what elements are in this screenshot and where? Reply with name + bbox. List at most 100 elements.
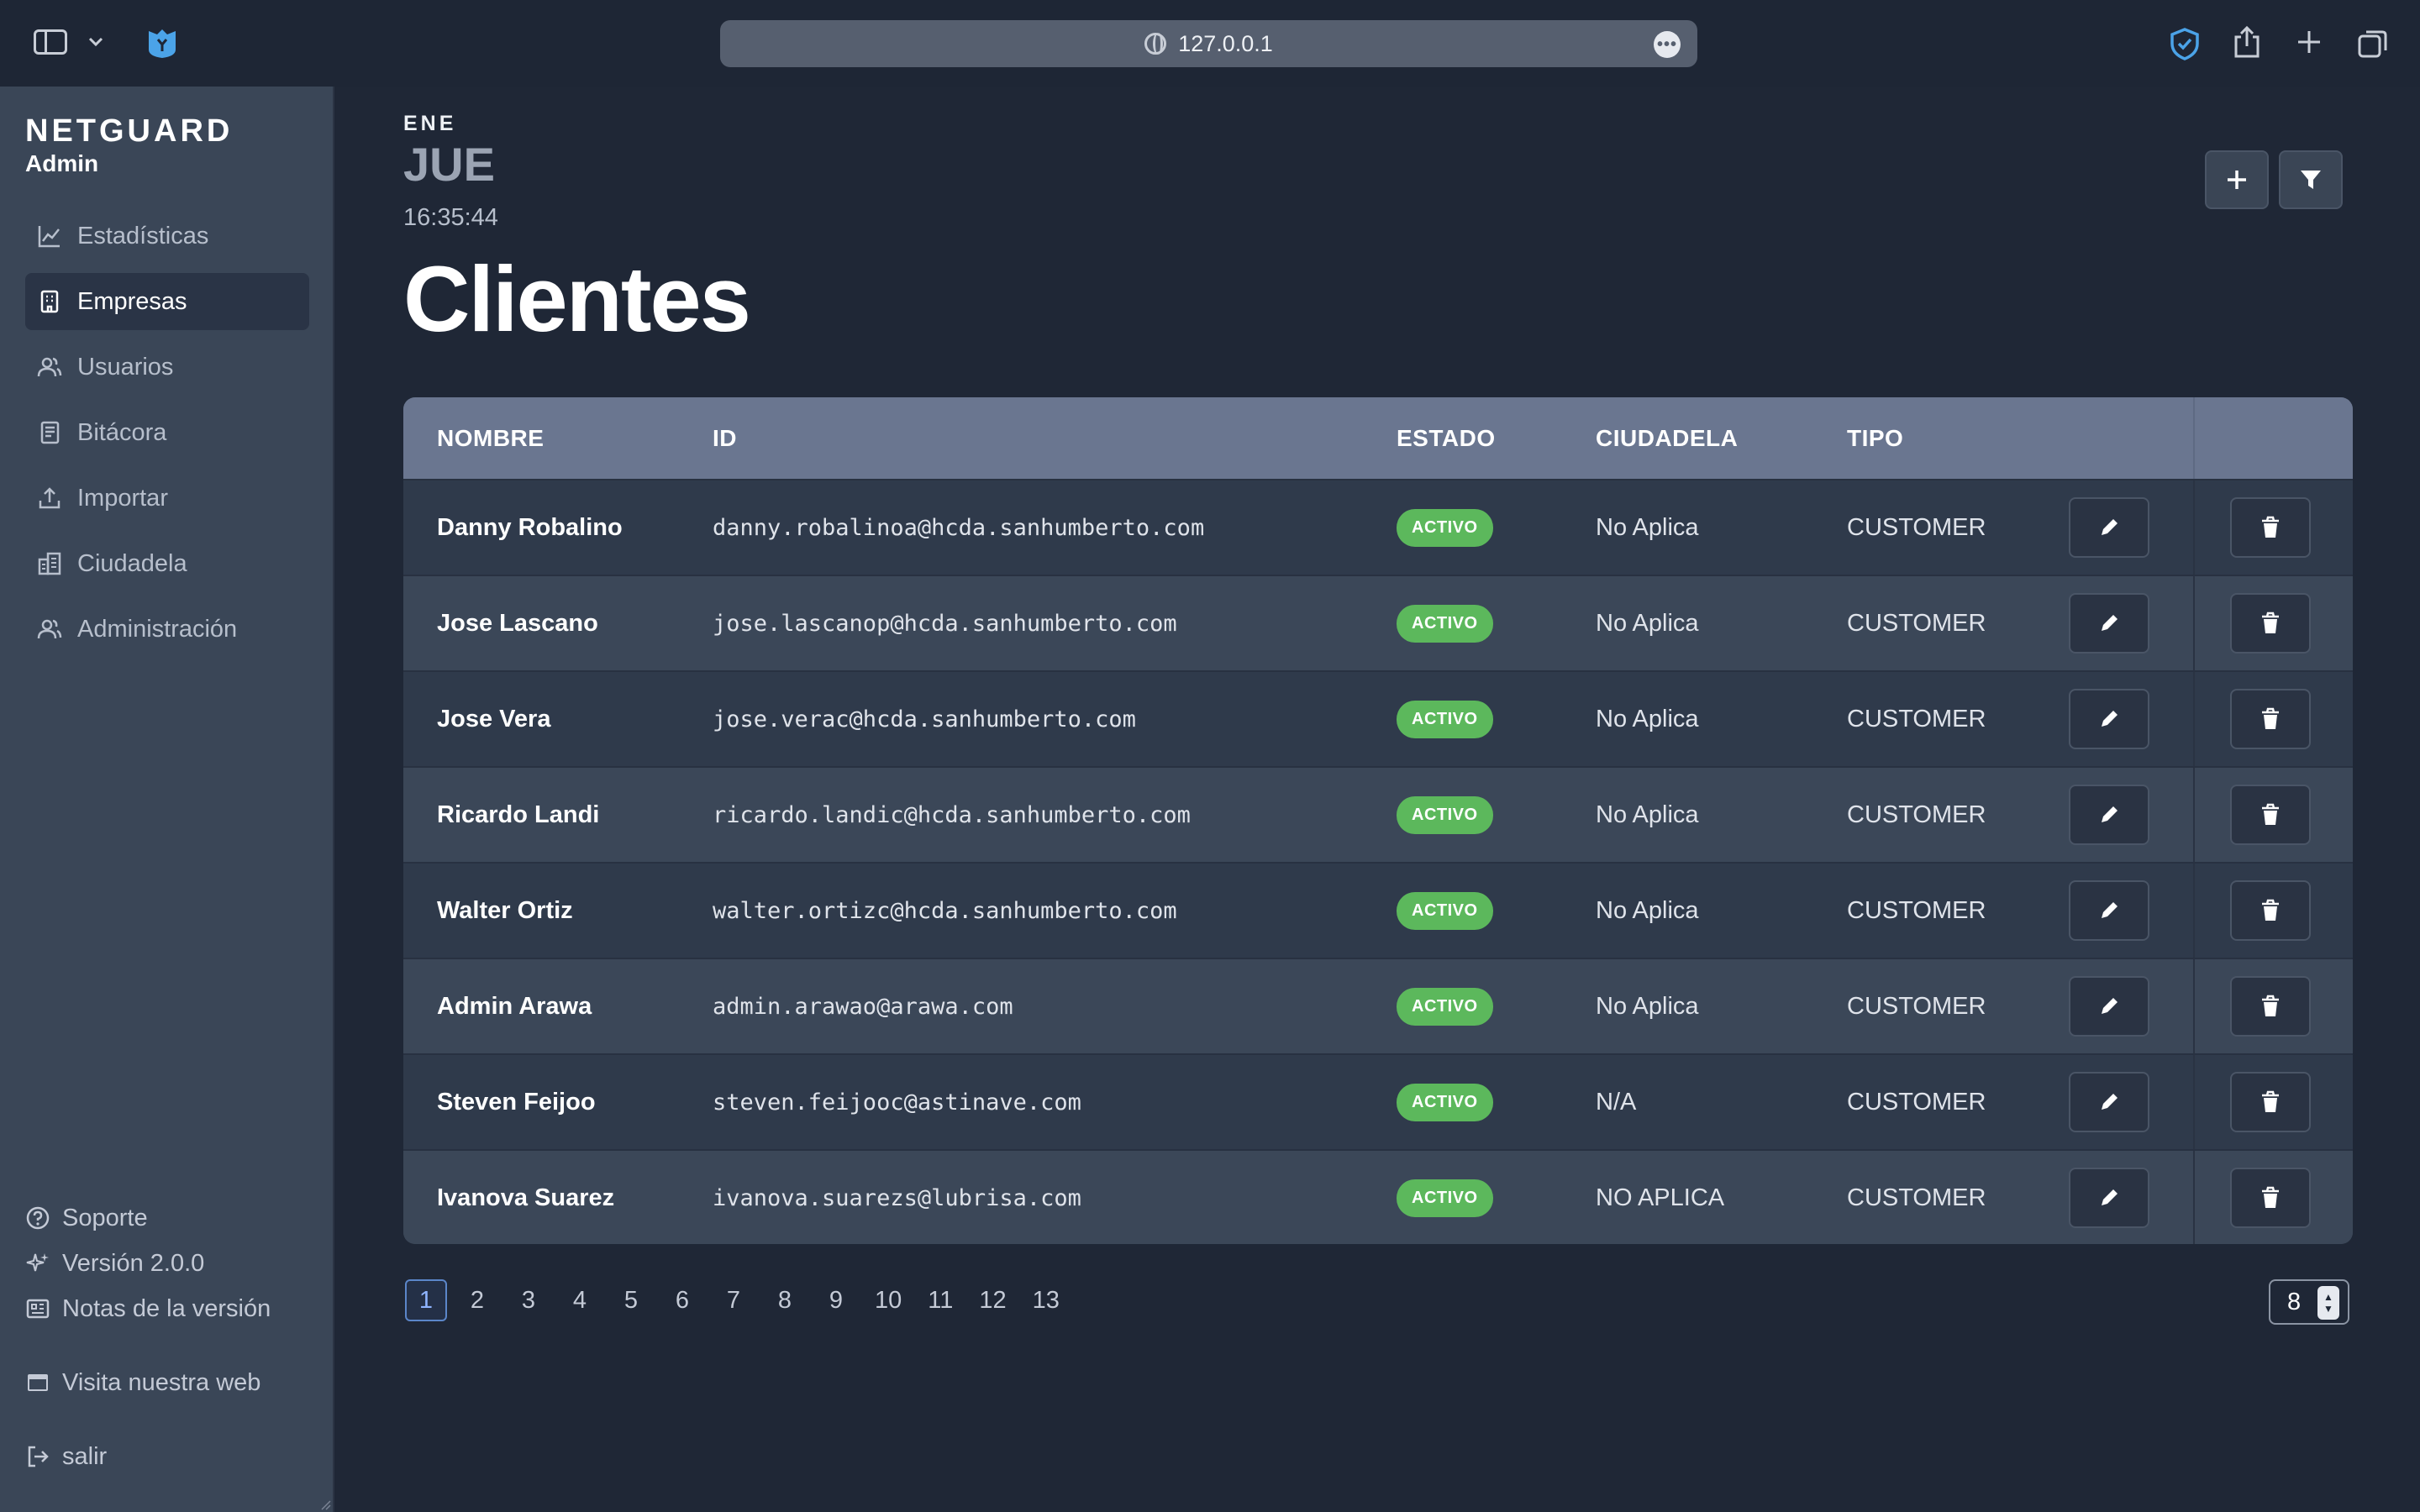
resize-grip-icon[interactable]	[318, 1497, 331, 1510]
edit-button[interactable]	[2069, 1168, 2149, 1228]
column-divider	[2193, 768, 2195, 862]
rows-per-page-input[interactable]: 8 ▲ ▼	[2269, 1279, 2349, 1325]
cell-nombre: Walter Ortiz	[437, 896, 573, 924]
delete-button[interactable]	[2230, 593, 2311, 654]
version-info: Versión 2.0.0	[25, 1241, 311, 1286]
edit-button[interactable]	[2069, 880, 2149, 941]
page-button-6[interactable]: 6	[661, 1279, 703, 1321]
page-button-12[interactable]: 12	[971, 1279, 1014, 1321]
sidebar-item-usuarios[interactable]: Usuarios	[25, 339, 309, 396]
more-icon[interactable]: •••	[1654, 31, 1681, 58]
cell-nombre: Steven Feijoo	[437, 1088, 596, 1116]
sidebar-item-bitacora[interactable]: Bitácora	[25, 404, 309, 461]
trash-icon	[2262, 1090, 2279, 1112]
logout-link[interactable]: salir	[25, 1434, 311, 1479]
page-button-7[interactable]: 7	[713, 1279, 755, 1321]
sidebar-item-administracion[interactable]: Administración	[25, 601, 309, 658]
book-icon	[40, 421, 60, 444]
table-row: Ivanova Suarez ivanova.suarezs@lubrisa.c…	[403, 1149, 2353, 1244]
column-header-ciudadela[interactable]: CIUDADELA	[1596, 397, 1738, 479]
filter-button[interactable]	[2279, 150, 2343, 209]
table-row: Jose Vera jose.verac@hcda.sanhumberto.co…	[403, 670, 2353, 766]
page-button-13[interactable]: 13	[1024, 1279, 1068, 1321]
app-logo[interactable]: NETGUARD	[25, 113, 233, 150]
column-header-estado[interactable]: ESTADO	[1397, 397, 1496, 479]
support-link[interactable]: Soporte	[25, 1195, 311, 1241]
page-button-5[interactable]: 5	[610, 1279, 652, 1321]
table-row: Walter Ortiz walter.ortizc@hcda.sanhumbe…	[403, 862, 2353, 958]
address-bar[interactable]: 127.0.0.1 •••	[720, 20, 1697, 67]
stepper-icon[interactable]: ▲ ▼	[2317, 1286, 2339, 1320]
column-header-nombre[interactable]: NOMBRE	[437, 397, 544, 479]
release-notes-link[interactable]: Notas de la versión	[25, 1286, 311, 1331]
building-icon	[40, 290, 59, 313]
page-button-4[interactable]: 4	[559, 1279, 601, 1321]
cell-nombre: Jose Vera	[437, 705, 551, 732]
cell-tipo: CUSTOMER	[1847, 609, 1986, 637]
tab-overview-icon[interactable]	[2354, 25, 2391, 62]
delete-button[interactable]	[2230, 1168, 2311, 1228]
sidebar-toggle-icon[interactable]	[32, 27, 69, 57]
cell-ciudadela: No Aplica	[1596, 609, 1699, 637]
users-icon	[37, 357, 62, 377]
page-button-11[interactable]: 11	[919, 1279, 961, 1321]
version-label: Versión 2.0.0	[62, 1249, 205, 1277]
url-text: 127.0.0.1	[1178, 30, 1273, 56]
sidebar-item-importar[interactable]: Importar	[25, 470, 309, 527]
pencil-icon	[2102, 998, 2118, 1014]
sidebar-item-label: Empresas	[77, 287, 187, 315]
trash-icon	[2262, 516, 2279, 538]
column-divider	[2193, 576, 2195, 670]
delete-button[interactable]	[2230, 880, 2311, 941]
sidebar-item-ciudadela[interactable]: Ciudadela	[25, 535, 309, 592]
website-link[interactable]: Visita nuestra web	[25, 1360, 311, 1405]
page-title: Clientes	[403, 248, 751, 351]
delete-button[interactable]	[2230, 689, 2311, 749]
edit-button[interactable]	[2069, 1072, 2149, 1132]
column-header-id[interactable]: ID	[713, 397, 737, 479]
rows-per-page-value: 8	[2287, 1288, 2302, 1315]
share-icon[interactable]	[2228, 24, 2265, 60]
edit-button[interactable]	[2069, 785, 2149, 845]
edit-button[interactable]	[2069, 689, 2149, 749]
privacy-shield-icon[interactable]	[2166, 25, 2203, 62]
extension-shield-icon[interactable]	[145, 25, 180, 60]
edit-button[interactable]	[2069, 497, 2149, 558]
cell-ciudadela: No Aplica	[1596, 896, 1699, 924]
table-row: Steven Feijoo steven.feijooc@astinave.co…	[403, 1053, 2353, 1149]
page-button-8[interactable]: 8	[764, 1279, 806, 1321]
user-group-icon	[37, 619, 62, 639]
add-client-button[interactable]	[2205, 150, 2269, 209]
sidebar-footer: Soporte Versión 2.0.0 Notas de la versió…	[25, 1195, 311, 1479]
chevron-down-icon[interactable]	[84, 29, 108, 55]
page-button-2[interactable]: 2	[456, 1279, 498, 1321]
delete-button[interactable]	[2230, 976, 2311, 1037]
status-badge: ACTIVO	[1397, 795, 1493, 834]
new-tab-icon[interactable]	[2291, 24, 2328, 60]
cell-id: ivanova.suarezs@lubrisa.com	[713, 1184, 1081, 1211]
sidebar-item-label: Ciudadela	[77, 549, 187, 577]
cell-estado: ACTIVO	[1397, 576, 1493, 670]
page-button-9[interactable]: 9	[815, 1279, 857, 1321]
clients-table: NOMBRE ID ESTADO CIUDADELA TIPO Danny Ro…	[403, 397, 2353, 1244]
sidebar-item-empresas[interactable]: Empresas	[25, 273, 309, 330]
main-content: ENE JUE 16:35:44 Clientes NOMBRE ID ESTA…	[403, 87, 2353, 1512]
cell-estado: ACTIVO	[1397, 1151, 1493, 1244]
sidebar-item-estadisticas[interactable]: Estadísticas	[25, 207, 309, 265]
cell-estado: ACTIVO	[1397, 672, 1493, 766]
edit-button[interactable]	[2069, 593, 2149, 654]
status-badge: ACTIVO	[1397, 987, 1493, 1026]
delete-button[interactable]	[2230, 1072, 2311, 1132]
page-button-3[interactable]: 3	[508, 1279, 550, 1321]
sparkles-icon	[26, 1253, 49, 1272]
page-button-10[interactable]: 10	[866, 1279, 910, 1321]
edit-button[interactable]	[2069, 976, 2149, 1037]
cell-ciudadela: NO APLICA	[1596, 1184, 1725, 1211]
delete-button[interactable]	[2230, 497, 2311, 558]
cell-estado: ACTIVO	[1397, 864, 1493, 958]
delete-button[interactable]	[2230, 785, 2311, 845]
column-header-tipo[interactable]: TIPO	[1847, 397, 1903, 479]
page-button-1[interactable]: 1	[405, 1279, 447, 1321]
cell-ciudadela: N/A	[1596, 1088, 1637, 1116]
pencil-icon	[2102, 615, 2118, 631]
